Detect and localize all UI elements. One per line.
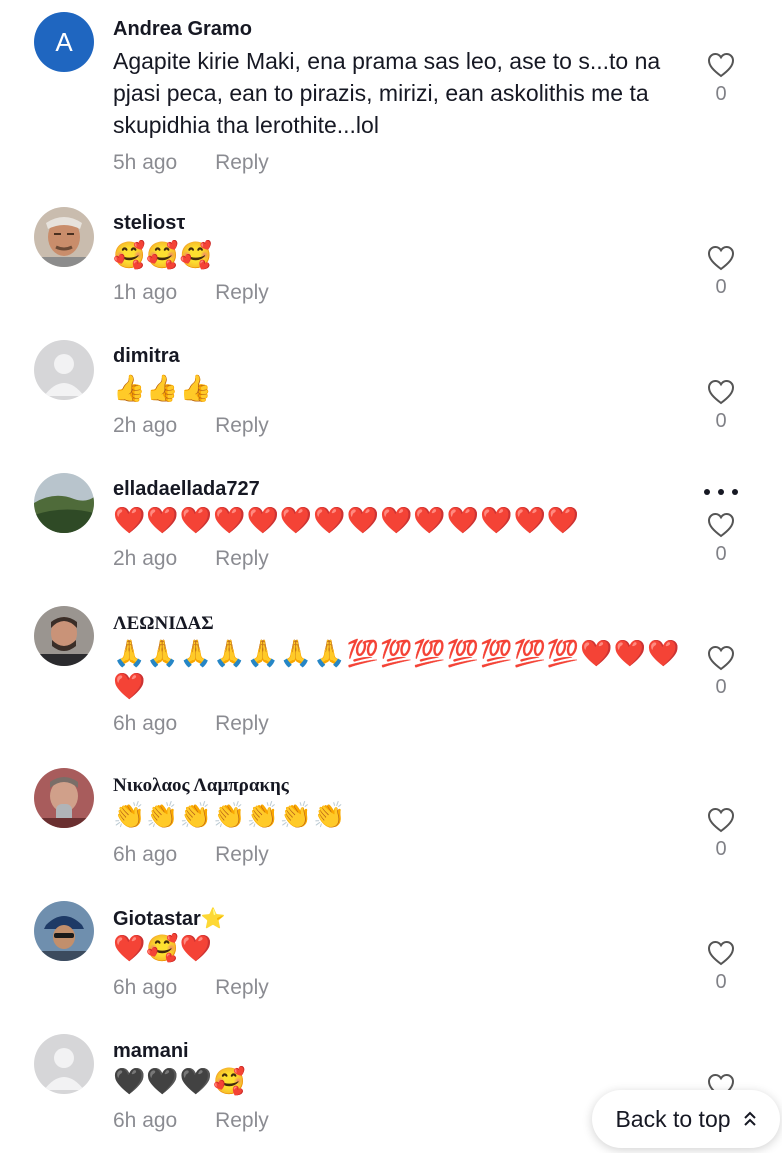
comment-username[interactable]: steliosτ xyxy=(113,212,185,235)
reply-button[interactable]: Reply xyxy=(215,414,269,437)
comment-username[interactable]: elladaellada727 xyxy=(113,478,260,501)
comment-meta: 1h ago Reply xyxy=(113,281,269,305)
comment-text: ❤️❤️❤️❤️❤️❤️❤️❤️❤️❤️❤️❤️❤️❤️ xyxy=(113,506,581,536)
reply-button[interactable]: Reply xyxy=(215,151,269,174)
reply-button[interactable]: Reply xyxy=(215,1109,269,1132)
heart-outline-icon xyxy=(707,940,735,966)
comment-meta: 2h ago Reply xyxy=(113,547,269,571)
avatar[interactable] xyxy=(34,1034,94,1094)
heart-outline-icon xyxy=(707,379,735,405)
like-count: 0 xyxy=(715,838,727,860)
reply-button[interactable]: Reply xyxy=(215,712,269,735)
avatar[interactable] xyxy=(34,606,94,666)
reply-button[interactable]: Reply xyxy=(215,976,269,999)
comment-text: 👏👏👏👏👏👏👏 xyxy=(113,801,347,831)
back-to-top-button[interactable]: Back to top xyxy=(592,1090,780,1148)
comment-meta: 6h ago Reply xyxy=(113,976,269,1000)
comment-username[interactable]: dimitra xyxy=(113,345,180,368)
heart-outline-icon xyxy=(707,52,735,78)
like-count: 0 xyxy=(715,971,727,993)
comment-meta: 6h ago Reply xyxy=(113,1109,269,1133)
comment-username[interactable]: Νικολαος Λαμπρακης xyxy=(113,775,289,797)
comment-time: 6h ago xyxy=(113,1109,178,1132)
comment-username[interactable]: Andrea Gramo xyxy=(113,18,252,41)
back-to-top-label: Back to top xyxy=(615,1105,731,1132)
avatar[interactable] xyxy=(34,901,94,961)
avatar[interactable] xyxy=(34,340,94,400)
avatar-photo xyxy=(34,606,94,666)
avatar[interactable] xyxy=(34,768,94,828)
double-chevron-up-icon xyxy=(743,1111,757,1127)
comment-meta: 6h ago Reply xyxy=(113,712,269,736)
comment-time: 6h ago xyxy=(113,843,178,866)
like-button[interactable]: 0 xyxy=(703,52,739,106)
avatar-photo xyxy=(34,901,94,961)
like-count: 0 xyxy=(715,543,727,565)
avatar-photo xyxy=(34,473,94,533)
comment-time: 6h ago xyxy=(113,976,178,999)
comment-username[interactable]: ΛΕΩΝΙΔΑΣ xyxy=(113,613,214,635)
heart-outline-icon xyxy=(707,512,735,538)
user-silhouette-icon xyxy=(34,340,94,400)
avatar[interactable] xyxy=(34,207,94,267)
like-count: 0 xyxy=(715,676,727,698)
comment-time: 2h ago xyxy=(113,547,178,570)
comment-text: 🥰🥰🥰 xyxy=(113,241,214,271)
like-button[interactable]: 0 xyxy=(703,940,739,994)
reply-button[interactable]: Reply xyxy=(215,281,269,304)
comment-time: 1h ago xyxy=(113,281,178,304)
like-count: 0 xyxy=(715,83,727,105)
comment-meta: 6h ago Reply xyxy=(113,843,269,867)
comment-text: Agapite kirie Maki, ena prama sas leo, a… xyxy=(113,48,661,138)
comment-username[interactable]: mamani xyxy=(113,1040,189,1063)
comment-time: 5h ago xyxy=(113,151,178,174)
comment-text: ❤️🥰❤️ xyxy=(113,934,214,964)
avatar[interactable]: A xyxy=(34,12,94,72)
comment-text: 👍👍👍 xyxy=(113,374,214,404)
comment-meta: 2h ago Reply xyxy=(113,414,269,438)
comment-time: 6h ago xyxy=(113,712,178,735)
like-button[interactable]: 0 xyxy=(703,245,739,299)
reply-button[interactable]: Reply xyxy=(215,547,269,570)
heart-outline-icon xyxy=(707,245,735,271)
comment-username[interactable]: Giotastar⭐ xyxy=(113,906,226,931)
heart-outline-icon xyxy=(707,645,735,671)
user-silhouette-icon xyxy=(34,1034,94,1094)
like-button[interactable]: 0 xyxy=(703,645,739,699)
like-count: 0 xyxy=(715,276,727,298)
like-count: 0 xyxy=(715,410,727,432)
more-options-icon[interactable] xyxy=(704,489,738,495)
avatar[interactable] xyxy=(34,473,94,533)
comment-time: 2h ago xyxy=(113,414,178,437)
like-button[interactable]: 0 xyxy=(703,379,739,433)
like-button[interactable]: 0 xyxy=(703,512,739,566)
like-button[interactable]: 0 xyxy=(703,807,739,861)
comment-text: 🙏🙏🙏🙏🙏🙏🙏💯💯💯💯💯💯💯❤️❤️❤️❤️ xyxy=(113,639,681,702)
comments-panel: { "comments": [ { "username": "Andrea Gr… xyxy=(0,0,782,1153)
comment-text: 🖤🖤🖤🥰 xyxy=(113,1067,247,1097)
avatar-photo xyxy=(34,207,94,267)
comment-meta: 5h ago Reply xyxy=(113,151,269,175)
avatar-photo xyxy=(34,768,94,828)
heart-outline-icon xyxy=(707,807,735,833)
reply-button[interactable]: Reply xyxy=(215,843,269,866)
